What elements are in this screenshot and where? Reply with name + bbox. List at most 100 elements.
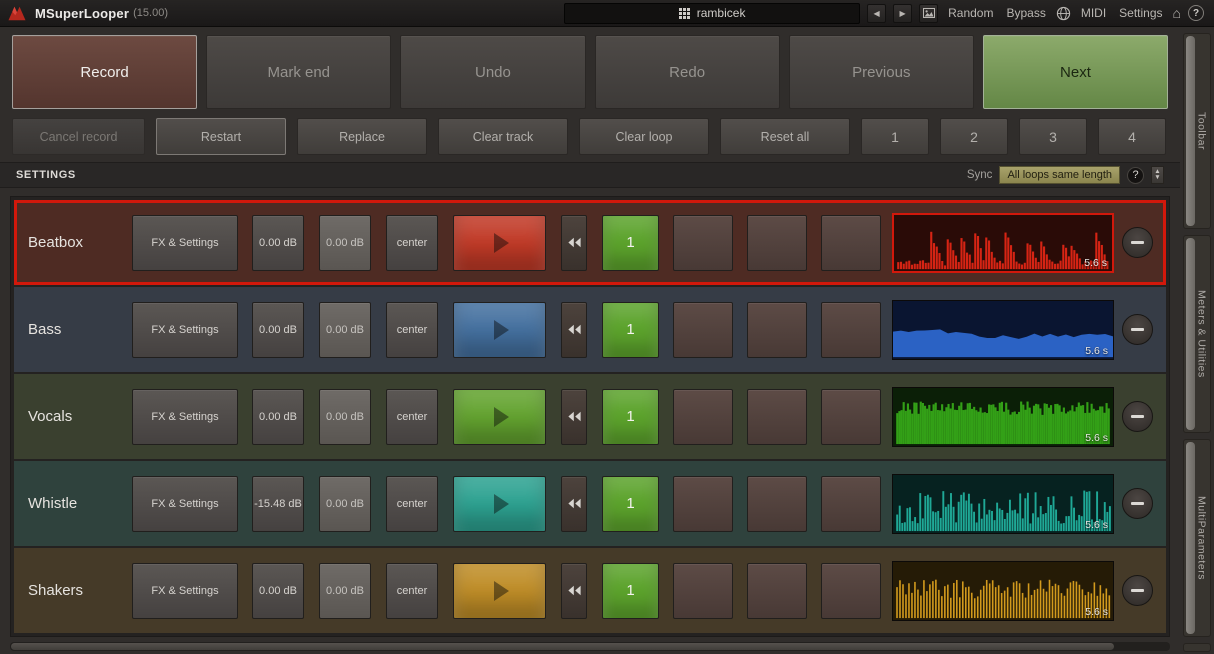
scrollbar-thumb[interactable]	[1186, 238, 1195, 430]
fx-settings-button[interactable]: FX & Settings	[132, 476, 238, 532]
next-preset-button[interactable]: ▶	[893, 4, 912, 23]
gain-button[interactable]: 0.00 dB	[252, 389, 304, 445]
output-gain-button[interactable]: 0.00 dB	[319, 563, 371, 619]
snapshot-button[interactable]	[919, 4, 938, 23]
loop-slot-3-button[interactable]	[747, 563, 807, 619]
track-name[interactable]: Whistle	[28, 495, 132, 512]
output-gain-button[interactable]: 0.00 dB	[319, 389, 371, 445]
loop-slot-2-button[interactable]	[673, 215, 733, 271]
mute-track-button[interactable]	[1122, 575, 1153, 606]
rewind-button[interactable]	[561, 302, 587, 358]
settings-button[interactable]: Settings	[1119, 6, 1162, 20]
fx-settings-button[interactable]: FX & Settings	[132, 215, 238, 271]
loop-select-4-button[interactable]: 4	[1098, 118, 1166, 155]
tab-toolbar[interactable]: Toolbar	[1183, 33, 1211, 229]
rewind-button[interactable]	[561, 215, 587, 271]
replace-button[interactable]: Replace	[297, 118, 427, 155]
track-name[interactable]: Shakers	[28, 582, 132, 599]
play-button[interactable]	[453, 302, 546, 358]
fx-settings-button[interactable]: FX & Settings	[132, 389, 238, 445]
melda-logo-icon[interactable]	[6, 5, 28, 22]
fx-settings-button[interactable]: FX & Settings	[132, 302, 238, 358]
midi-button[interactable]: MIDI	[1081, 6, 1106, 20]
clear-loop-button[interactable]: Clear loop	[579, 118, 709, 155]
loop-slot-4-button[interactable]	[821, 389, 881, 445]
loop-slot-1-button[interactable]: 1	[602, 302, 659, 358]
record-button[interactable]: Record	[12, 35, 197, 109]
output-gain-button[interactable]: 0.00 dB	[319, 302, 371, 358]
undo-button[interactable]: Undo	[400, 35, 585, 109]
pan-button[interactable]: center	[386, 302, 438, 358]
loop-slot-4-button[interactable]	[821, 476, 881, 532]
horizontal-scrollbar[interactable]	[10, 642, 1170, 651]
horizontal-scrollbar-thumb[interactable]	[11, 643, 1114, 650]
sync-mode-dropdown[interactable]: All loops same length	[999, 166, 1120, 184]
play-button[interactable]	[453, 389, 546, 445]
loop-waveform[interactable]: 5.6 s	[892, 300, 1114, 360]
play-button[interactable]	[453, 476, 546, 532]
play-button[interactable]	[453, 563, 546, 619]
loop-waveform[interactable]: 5.6 s	[892, 213, 1114, 273]
loop-waveform[interactable]: 5.6 s	[892, 387, 1114, 447]
track-name[interactable]: Bass	[28, 321, 132, 338]
loop-slot-3-button[interactable]	[747, 476, 807, 532]
loop-slot-1-button[interactable]: 1	[602, 476, 659, 532]
stepper-down-icon[interactable]: ▼	[1154, 175, 1160, 182]
scrollbar-thumb[interactable]	[1186, 36, 1195, 226]
pan-button[interactable]: center	[386, 476, 438, 532]
loop-slot-1-button[interactable]: 1	[602, 389, 659, 445]
sync-stepper[interactable]: ▲ ▼	[1151, 166, 1164, 184]
output-gain-button[interactable]: 0.00 dB	[319, 215, 371, 271]
output-gain-button[interactable]: 0.00 dB	[319, 476, 371, 532]
loop-slot-4-button[interactable]	[821, 302, 881, 358]
pan-button[interactable]: center	[386, 389, 438, 445]
next-button[interactable]: Next	[983, 35, 1168, 109]
loop-slot-1-button[interactable]: 1	[602, 563, 659, 619]
restart-button[interactable]: Restart	[156, 118, 286, 155]
loop-slot-2-button[interactable]	[673, 389, 733, 445]
gain-button[interactable]: 0.00 dB	[252, 302, 304, 358]
home-icon[interactable]: ⌂	[1173, 5, 1181, 21]
previous-preset-button[interactable]: ◀	[867, 4, 886, 23]
loop-slot-2-button[interactable]	[673, 302, 733, 358]
gain-button[interactable]: 0.00 dB	[252, 215, 304, 271]
previous-button[interactable]: Previous	[789, 35, 974, 109]
globe-icon[interactable]	[1056, 6, 1071, 21]
track-name[interactable]: Beatbox	[28, 234, 132, 251]
rewind-button[interactable]	[561, 476, 587, 532]
tab-meters-utilities[interactable]: Meters & Utilities	[1183, 235, 1211, 433]
rewind-button[interactable]	[561, 563, 587, 619]
loop-slot-4-button[interactable]	[821, 563, 881, 619]
gain-button[interactable]: -15.48 dB	[252, 476, 304, 532]
gain-button[interactable]: 0.00 dB	[252, 563, 304, 619]
loop-slot-3-button[interactable]	[747, 215, 807, 271]
loop-slot-3-button[interactable]	[747, 389, 807, 445]
bypass-button[interactable]: Bypass	[1006, 6, 1045, 20]
cancel-record-button[interactable]: Cancel record	[12, 118, 145, 155]
fx-settings-button[interactable]: FX & Settings	[132, 563, 238, 619]
random-button[interactable]: Random	[948, 6, 993, 20]
mute-track-button[interactable]	[1122, 227, 1153, 258]
mute-track-button[interactable]	[1122, 488, 1153, 519]
play-button[interactable]	[453, 215, 546, 271]
loop-slot-3-button[interactable]	[747, 302, 807, 358]
loop-waveform[interactable]: 5.6 s	[892, 561, 1114, 621]
track-name[interactable]: Vocals	[28, 408, 132, 425]
pan-button[interactable]: center	[386, 215, 438, 271]
settings-help-icon[interactable]: ?	[1127, 167, 1144, 184]
loop-waveform[interactable]: 5.6 s	[892, 474, 1114, 534]
loop-select-2-button[interactable]: 2	[940, 118, 1008, 155]
loop-select-1-button[interactable]: 1	[861, 118, 929, 155]
mute-track-button[interactable]	[1122, 314, 1153, 345]
loop-slot-1-button[interactable]: 1	[602, 215, 659, 271]
tab-multiparameters[interactable]: MultiParameters	[1183, 439, 1211, 637]
rewind-button[interactable]	[561, 389, 587, 445]
preset-selector[interactable]: rambicek	[564, 3, 860, 24]
help-icon[interactable]: ?	[1188, 5, 1204, 21]
loop-slot-2-button[interactable]	[673, 563, 733, 619]
mark-end-button[interactable]: Mark end	[206, 35, 391, 109]
scrollbar-thumb[interactable]	[1186, 442, 1195, 634]
clear-track-button[interactable]: Clear track	[438, 118, 568, 155]
pan-button[interactable]: center	[386, 563, 438, 619]
loop-slot-4-button[interactable]	[821, 215, 881, 271]
